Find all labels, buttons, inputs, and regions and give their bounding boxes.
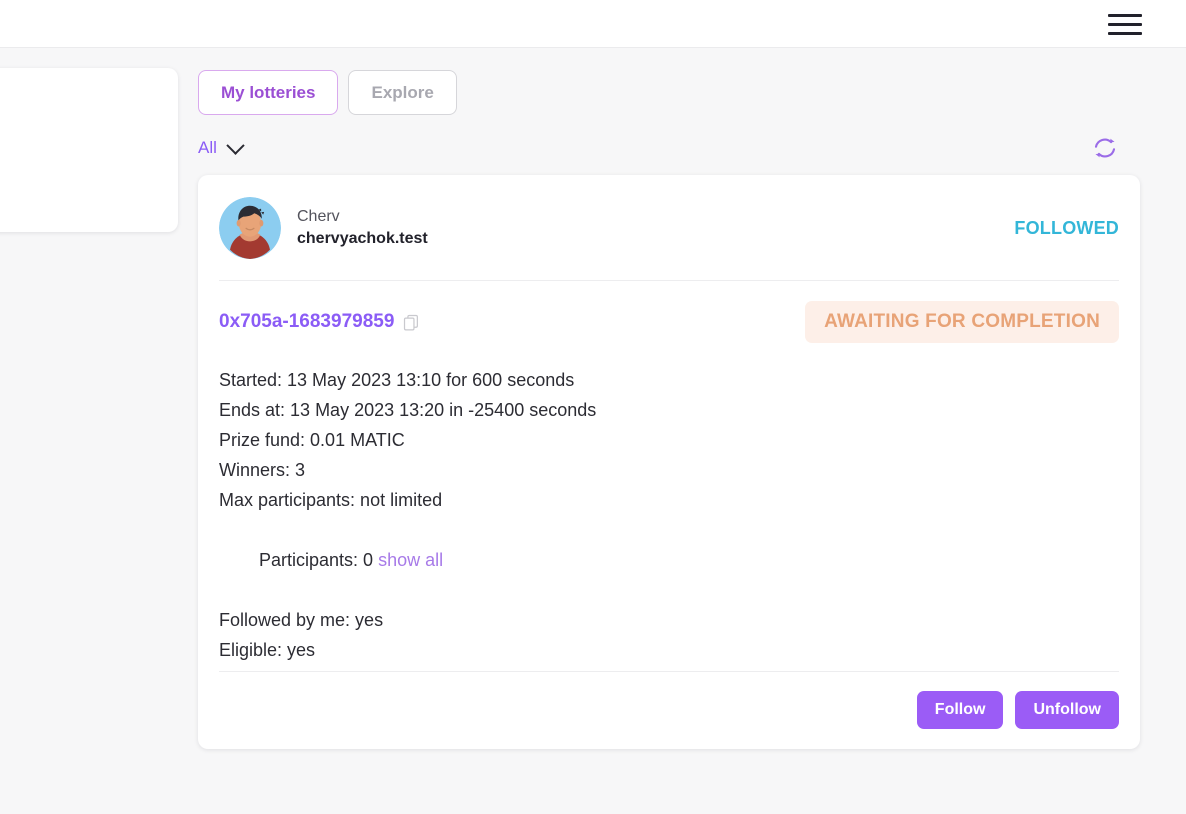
detail-prize-fund: Prize fund: 0.01 MATIC [219, 430, 405, 450]
owner-info[interactable]: Cherv chervyachok.test [219, 197, 428, 259]
copy-icon[interactable] [403, 314, 420, 331]
detail-eligible: Eligible: yes [219, 640, 316, 660]
detail-participants-text: Participants: 0 [259, 550, 379, 570]
detail-followed-by-me: Followed by me: yes [219, 610, 384, 630]
owner-name: Cherv [297, 207, 340, 225]
hamburger-line [1108, 22, 1142, 26]
chevron-down-icon [226, 135, 245, 155]
refresh-icon[interactable] [1092, 135, 1118, 161]
user-avatar [219, 197, 281, 259]
owner-text: Cherv chervyachok.test [297, 208, 428, 249]
detail-ends-at: Ends at: 13 May 2023 13:20 in -25400 sec… [219, 400, 597, 420]
filter-dropdown-label: All [198, 138, 217, 157]
show-all-link[interactable]: show all [378, 550, 443, 570]
top-header-bar [0, 0, 1186, 48]
lottery-id-link[interactable]: 0x705a-1683979859 [219, 311, 394, 333]
unfollow-button[interactable]: Unfollow [1015, 691, 1119, 729]
lottery-card-header: Cherv chervyachok.test FOLLOWED [219, 175, 1119, 281]
lottery-card-actions: Follow Unfollow [219, 671, 1119, 749]
hamburger-line [1108, 13, 1142, 17]
lottery-id-row: 0x705a-1683979859 AWAITING FOR COMPLETIO… [219, 281, 1119, 347]
follow-button[interactable]: Follow [916, 691, 1004, 729]
lottery-id-group: 0x705a-1683979859 [219, 311, 420, 333]
main-content: My lotteries Explore All Cherv chervyach… [198, 48, 1140, 749]
detail-started: Started: 13 May 2023 13:10 for 600 secon… [219, 370, 575, 390]
tab-bar: My lotteries Explore [198, 48, 1140, 115]
lottery-details: Started: 13 May 2023 13:10 for 600 secon… [219, 347, 1119, 671]
hamburger-menu-icon[interactable] [1108, 10, 1142, 38]
followed-status-label[interactable]: FOLLOWED [1014, 218, 1119, 239]
filter-dropdown[interactable]: All [198, 135, 245, 158]
owner-handle: chervyachok.test [297, 230, 428, 247]
tab-explore[interactable]: Explore [348, 70, 457, 115]
filter-row: All [198, 135, 1140, 161]
detail-participants: Participants: 0 show all [219, 515, 1119, 605]
detail-max-participants: Max participants: not limited [219, 490, 443, 510]
detail-winners: Winners: 3 [219, 460, 306, 480]
hamburger-line [1108, 31, 1142, 35]
side-panel-card [0, 68, 178, 232]
status-badge: AWAITING FOR COMPLETION [805, 301, 1119, 343]
lottery-card: Cherv chervyachok.test FOLLOWED 0x705a-1… [198, 175, 1140, 749]
tab-my-lotteries[interactable]: My lotteries [198, 70, 339, 115]
